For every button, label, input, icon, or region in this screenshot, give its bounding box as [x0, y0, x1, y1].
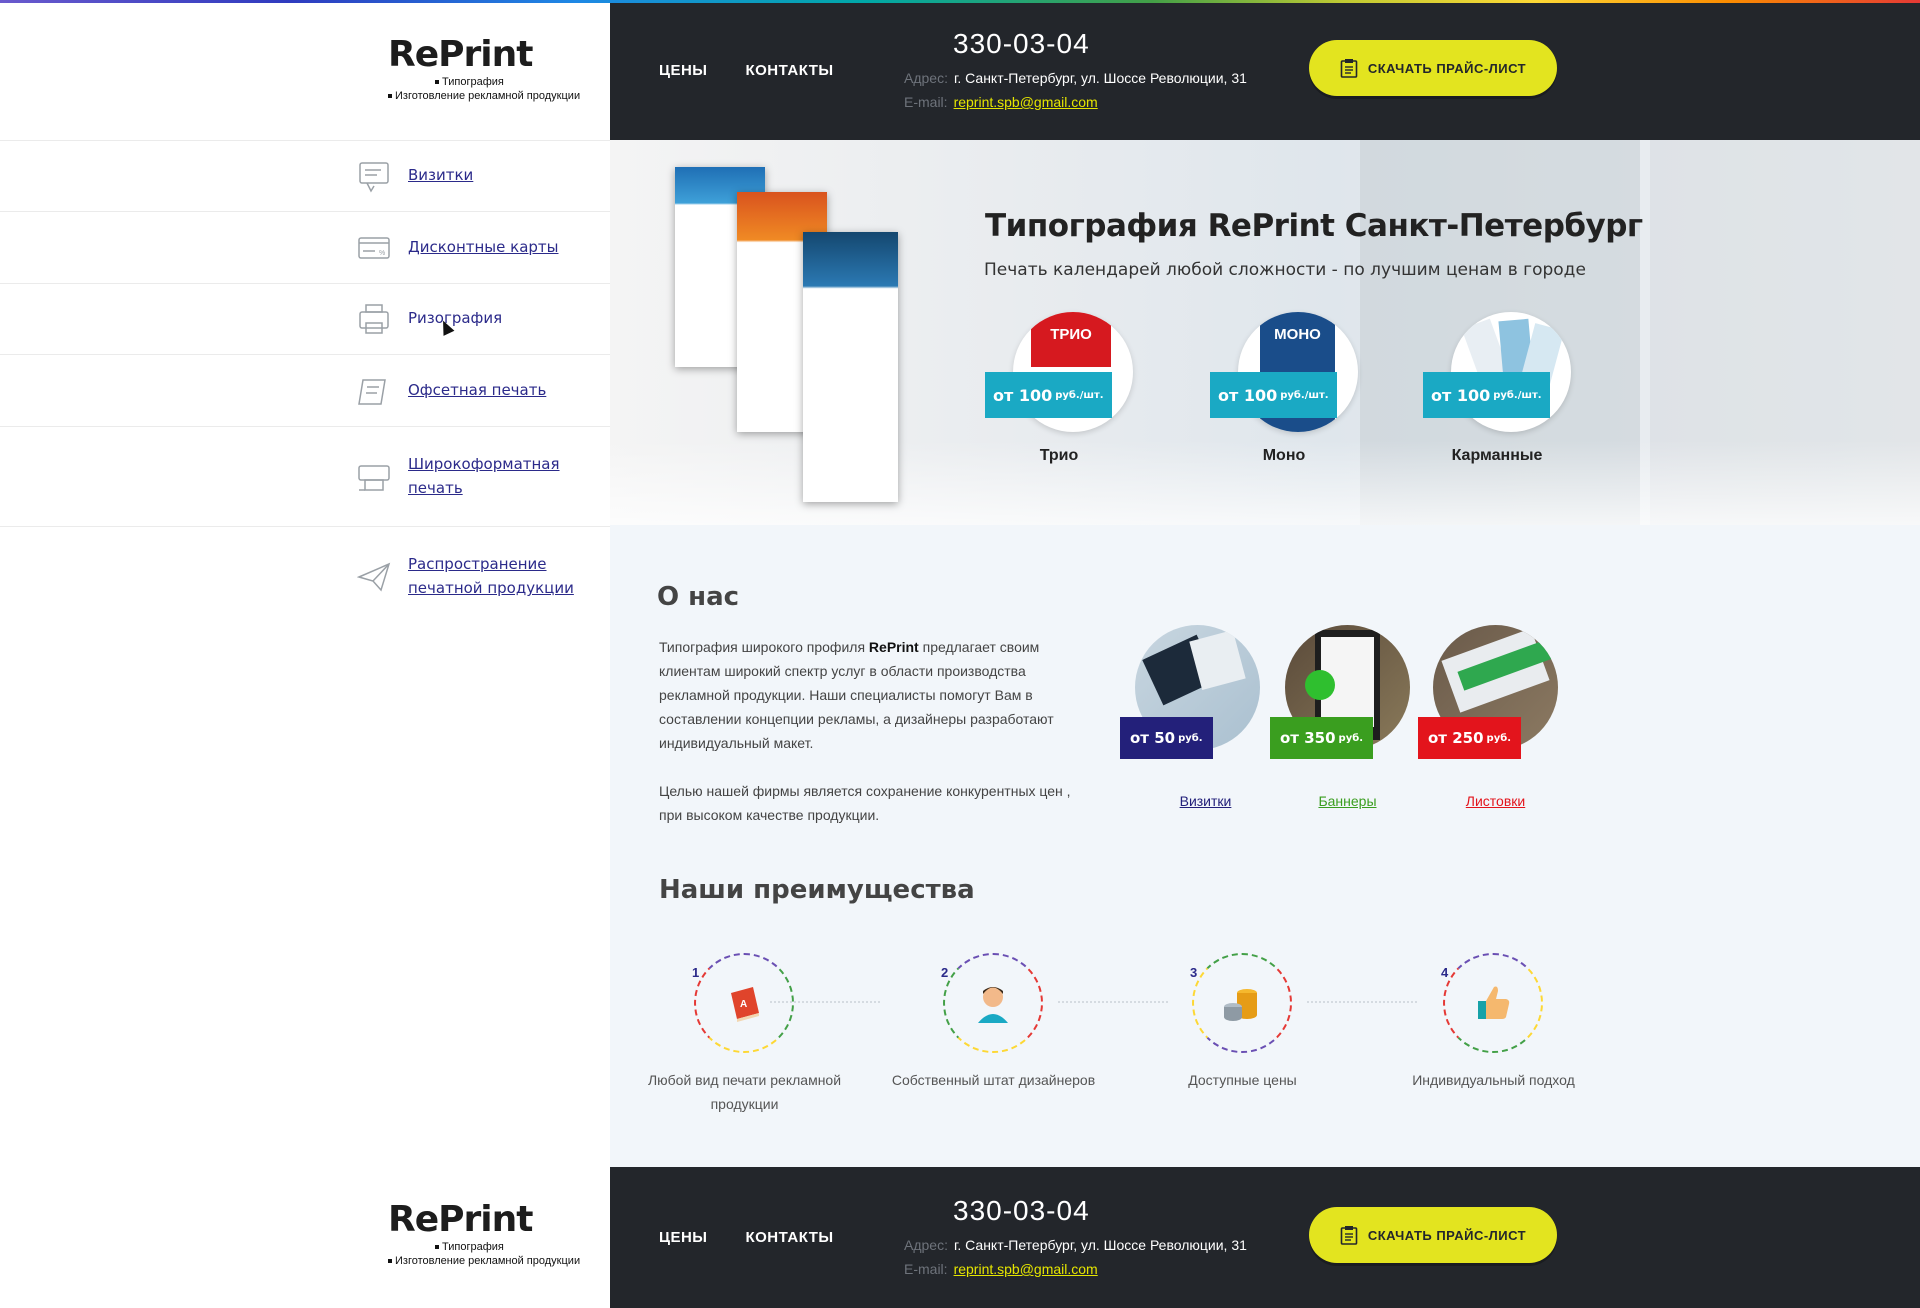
sidebar-item-vizitki[interactable]: Визитки	[0, 140, 610, 211]
price-tag: от 100 руб./шт.	[985, 372, 1112, 418]
side-nav: Визитки % Дисконтные карты Ризография Оф…	[0, 140, 610, 626]
sidebar-item-risography[interactable]: Ризография	[0, 283, 610, 354]
price-tag: от 100 руб./шт.	[1210, 372, 1337, 418]
clipboard-icon	[1340, 59, 1358, 78]
price-tag: от 50 руб.	[1120, 717, 1213, 759]
logo-tagline-1: Типография	[442, 1241, 504, 1253]
nav-link-contacts[interactable]: КОНТАКТЫ	[745, 1229, 833, 1246]
logo[interactable]: RePrint Типография Изготовление рекламно…	[388, 34, 580, 103]
download-price-button[interactable]: СКАЧАТЬ ПРАЙС-ЛИСТ	[1309, 1207, 1557, 1263]
about-title: О нас	[657, 582, 740, 612]
sidebar-item-label: Визитки	[408, 166, 474, 184]
sidebar-item-label: Широкоформатная печать	[408, 455, 560, 497]
sidebar: RePrint Типография Изготовление рекламно…	[0, 0, 610, 1308]
download-price-button[interactable]: СКАЧАТЬ ПРАЙС-ЛИСТ	[1309, 40, 1557, 96]
sidebar-item-label: Офсетная печать	[408, 381, 547, 399]
advantage-caption: Индивидуальный подход	[1412, 1072, 1575, 1088]
product-name: Карманные	[1451, 447, 1543, 464]
sidebar-item-label: Распространение печатной продукции	[408, 555, 574, 597]
address-label: Адрес:	[904, 1237, 948, 1253]
footer-logo[interactable]: RePrint Типография Изготовление рекламно…	[388, 1199, 580, 1268]
sidebar-item-discount-cards[interactable]: % Дисконтные карты	[0, 211, 610, 283]
wide-format-printer-icon	[358, 465, 390, 491]
nav-link-contacts[interactable]: КОНТАКТЫ	[745, 62, 833, 79]
clipboard-icon	[1340, 1226, 1358, 1245]
phone-number[interactable]: 330-03-04	[953, 1195, 1090, 1227]
price-tag: от 250 руб.	[1418, 717, 1522, 759]
email-label: E-mail:	[904, 94, 948, 110]
address-label: Адрес:	[904, 70, 948, 86]
download-price-label: СКАЧАТЬ ПРАЙС-ЛИСТ	[1367, 60, 1527, 76]
designer-person-icon	[978, 987, 1008, 1023]
phone-number[interactable]: 330-03-04	[953, 28, 1090, 60]
book-icon: A	[731, 987, 759, 1022]
logo-tagline-2: Изготовление рекламной продукции	[395, 90, 581, 102]
hero-banner: Типография RePrint Санкт-Петербург Печат…	[610, 140, 1920, 525]
sidebar-item-distribution[interactable]: Распространение печатной продукции	[0, 526, 610, 626]
calendar-image	[675, 167, 900, 502]
discount-card-icon: %	[358, 237, 390, 259]
advantage-caption: Любой вид печати рекламной продукции	[647, 1072, 842, 1112]
nav-link-prices[interactable]: ЦЕНЫ	[659, 1229, 707, 1246]
svg-text:%: %	[379, 250, 385, 257]
paper-plane-icon	[357, 562, 391, 592]
about-text: Типография широкого профиля RePrint пред…	[659, 639, 1071, 823]
address-value: г. Санкт-Петербург, ул. Шоссе Революции,…	[953, 70, 1247, 86]
svg-text:A: A	[740, 999, 747, 1010]
brand-inline: RePrint	[868, 639, 919, 655]
advantage-number: 1	[692, 965, 700, 980]
logo-wordmark: RePrint	[388, 1199, 533, 1240]
top-color-stripe	[0, 0, 1920, 3]
thumbs-up-icon	[1478, 986, 1510, 1019]
printer-icon	[359, 304, 389, 334]
footer: ЦЕНЫ КОНТАКТЫ 330-03-04 Адрес: г. Санкт-П…	[610, 1167, 1920, 1308]
offset-print-icon	[358, 379, 386, 405]
service-link[interactable]: Визитки	[1128, 793, 1283, 809]
service-link[interactable]: Баннеры	[1270, 793, 1425, 809]
hero-title: Типография RePrint Санкт-Петербург	[985, 208, 1643, 244]
address-value: г. Санкт-Петербург, ул. Шоссе Революции,…	[953, 1237, 1247, 1253]
nav-link-prices[interactable]: ЦЕНЫ	[659, 62, 707, 79]
sidebar-item-label: Ризография	[408, 309, 503, 327]
advantage-caption: Собственный штат дизайнеров	[891, 1072, 1096, 1088]
header-nav: ЦЕНЫ КОНТАКТЫ	[659, 62, 834, 79]
footer-nav: ЦЕНЫ КОНТАКТЫ	[659, 1229, 834, 1246]
advantage-caption: Доступные цены	[1188, 1072, 1297, 1088]
email-link[interactable]: reprint.spb@gmail.com	[954, 1261, 1098, 1277]
service-link[interactable]: Листовки	[1418, 793, 1573, 809]
price-tag: от 350 руб.	[1270, 717, 1374, 759]
advantage-number: 4	[1441, 965, 1449, 980]
sidebar-item-label: Дисконтные карты	[408, 238, 559, 256]
advantage-number: 3	[1190, 965, 1198, 980]
price-tag: от 100 руб./шт.	[1423, 372, 1550, 418]
business-card-icon	[359, 162, 389, 193]
hero-subtitle: Печать календарей любой сложности - по л…	[984, 260, 1586, 280]
email-label: E-mail:	[904, 1261, 948, 1277]
sidebar-item-wide-format[interactable]: Широкоформатная печать	[0, 426, 610, 526]
product-badge: ТРИО	[1031, 312, 1111, 367]
product-name: Трио	[1039, 447, 1079, 464]
coins-icon	[1224, 989, 1257, 1021]
logo-tagline-1: Типография	[442, 76, 504, 88]
logo-tagline-2: Изготовление рекламной продукции	[395, 1255, 581, 1267]
header: ЦЕНЫ КОНТАКТЫ 330-03-04 Адрес: г. Санкт-П…	[610, 0, 1920, 140]
main-content: О нас Типография широкого профиля RePrin…	[610, 525, 1920, 1167]
advantages-title: Наши преимущества	[659, 875, 975, 905]
download-price-label: СКАЧАТЬ ПРАЙС-ЛИСТ	[1367, 1227, 1527, 1243]
advantage-number: 2	[941, 965, 949, 980]
product-name: Моно	[1262, 447, 1306, 464]
email-link[interactable]: reprint.spb@gmail.com	[954, 94, 1098, 110]
sidebar-item-offset[interactable]: Офсетная печать	[0, 354, 610, 426]
logo-wordmark: RePrint	[388, 34, 533, 75]
